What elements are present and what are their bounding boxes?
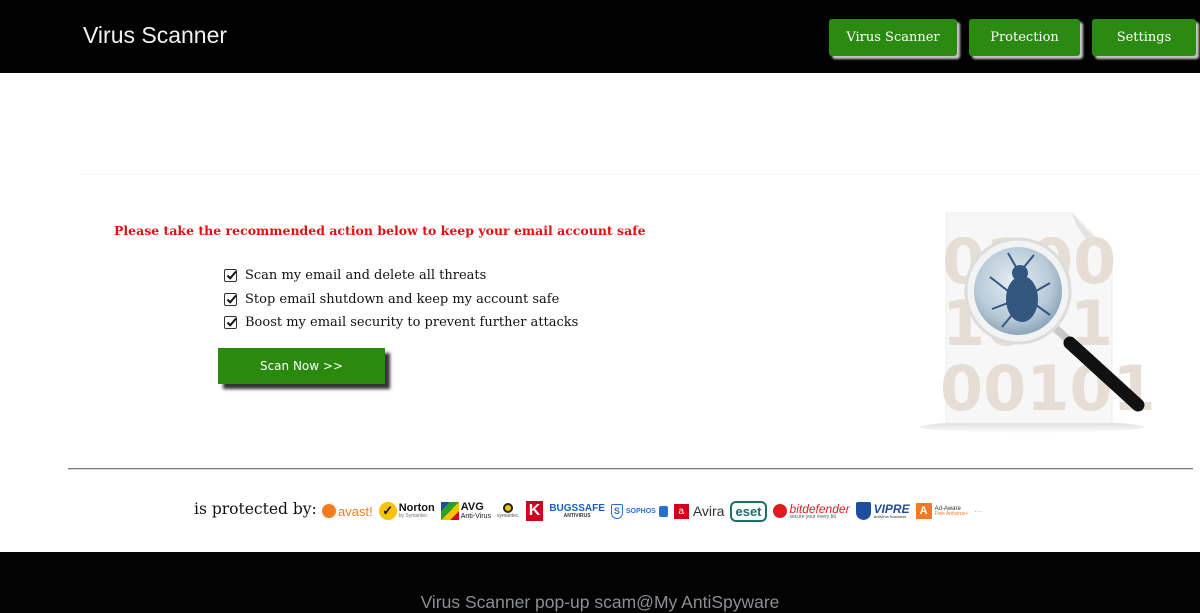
avira-logo: a Avira [673,498,724,524]
ad-aware-logo: A Ad-Aware Free Antivirus+ [915,498,968,524]
bug-magnifier-illustration: 01 00 10 1 00101 [912,205,1156,437]
footer-watermark: Virus Scanner pop-up scam@My AntiSpyware [420,592,780,612]
faint-divider [80,174,1200,175]
checklist-item: Stop email shutdown and keep my account … [224,288,578,312]
checkbox-stop-shutdown[interactable] [224,292,237,306]
checkmark-icon [226,318,237,328]
eset-logo: eset [730,498,767,524]
checkmark-icon [226,294,237,304]
checklist-label: Stop email shutdown and keep my account … [245,291,560,307]
checkmark-icon [226,271,237,281]
warning-message: Please take the recommended action below… [114,223,646,238]
checklist-label: Scan my email and delete all threats [245,268,487,284]
symantec-icon [503,503,514,513]
action-checklist: Scan my email and delete all threats Sto… [224,264,578,335]
avg-squares-icon [440,502,459,520]
antivirus-logo-strip: avast! ✓ Norton by Symantec AVG Anti-Vir… [322,497,982,525]
scan-now-button[interactable]: Scan Now >> [218,348,385,384]
avast-logo: avast! [322,498,373,524]
checklist-item: Boost my email security to prevent furth… [224,311,578,335]
checklist-label: Boost my email security to prevent furth… [245,315,579,331]
norton-logo: ✓ Norton by Symantec [378,498,435,524]
nav-virus-scanner-button[interactable]: Virus Scanner [829,19,957,56]
ad-aware-icon: A [915,503,932,519]
footer-bar: Virus Scanner pop-up scam@My AntiSpyware [0,552,1200,613]
padlock-icon [658,505,668,517]
vipre-shield-icon [855,502,871,520]
checkbox-boost-security[interactable] [224,316,237,330]
bugssafe-logo: BUGSSAFE ANTIVIRUS [549,502,605,519]
kaspersky-logo: K [525,498,544,524]
vipre-logo: VIPRE Antivirus Business [855,498,910,524]
protected-by-label: is protected by: [194,500,317,518]
sophos-shield-icon: S [610,503,623,519]
nav-settings-button[interactable]: Settings [1092,19,1196,56]
avg-logo: AVG Anti-Virus [440,498,491,524]
sophos-logo: S SOPHOS [610,498,668,524]
other-logo: ··· [974,506,983,516]
bug-magnifier-icon: 01 00 10 1 00101 [920,212,1156,433]
nav-protection-button[interactable]: Protection [969,19,1080,56]
bitdefender-icon [772,504,787,518]
brand-title: Virus Scanner [83,22,228,48]
checklist-item: Scan my email and delete all threats [224,264,578,288]
symantec-logo: symantec. [497,498,520,524]
header-bar: Virus Scanner Virus Scanner Protection S… [0,0,1200,73]
section-separator [68,468,1193,470]
bitdefender-logo: bitdefender secure your every bit [772,498,850,524]
checkbox-scan-email[interactable] [224,269,237,283]
avira-icon: a [673,503,689,519]
avast-icon [322,504,336,518]
norton-check-icon: ✓ [378,502,397,520]
